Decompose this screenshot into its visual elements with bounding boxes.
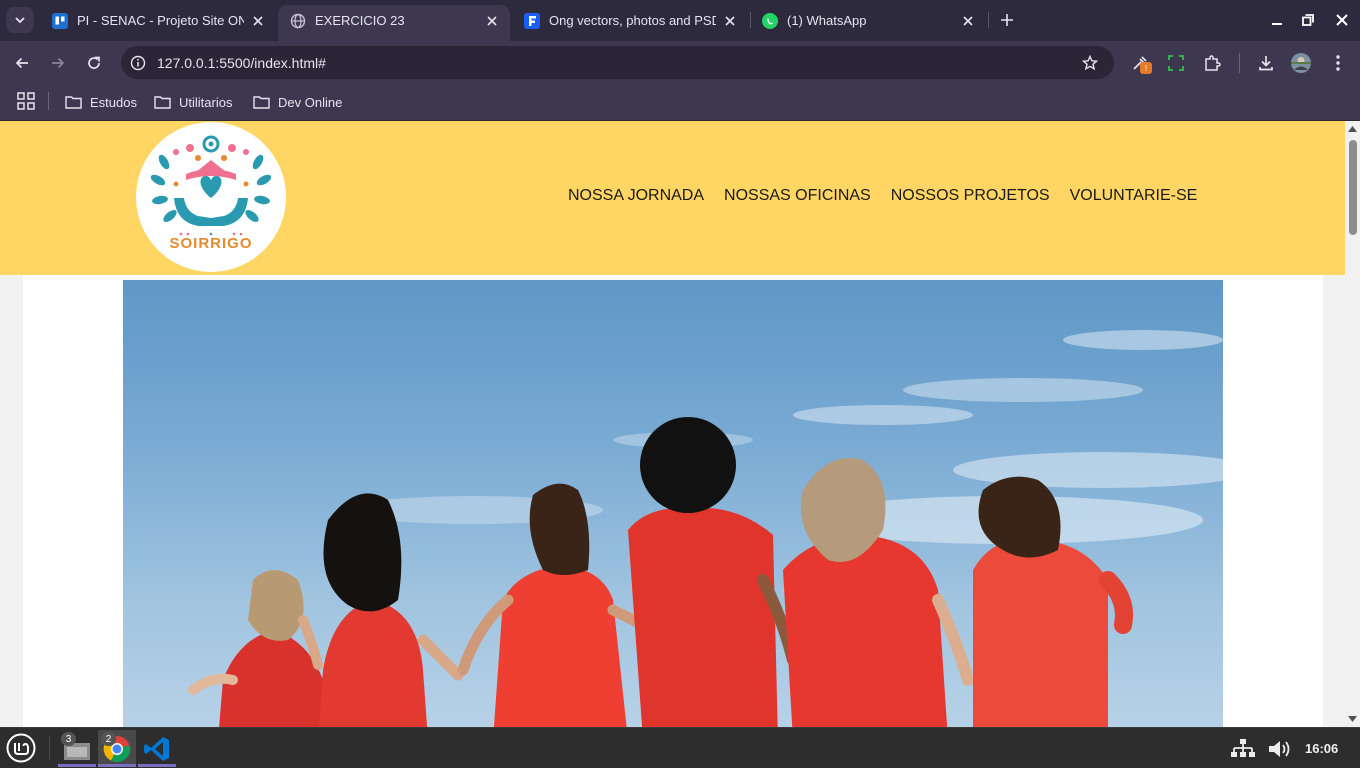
back-button[interactable] bbox=[9, 50, 35, 76]
tab-title: EXERCICIO 23 bbox=[315, 13, 405, 28]
page-viewport: SOIRRIGO NOSSA JORNADA NOSSAS OFICINAS N… bbox=[0, 121, 1345, 727]
close-icon bbox=[1336, 14, 1348, 26]
close-icon[interactable] bbox=[960, 13, 976, 29]
tab-pi-senac[interactable]: PI - SENAC - Projeto Site ONG bbox=[40, 5, 276, 36]
hero-image bbox=[123, 280, 1223, 727]
page-scrollbar[interactable] bbox=[1345, 121, 1360, 727]
minimize-button[interactable] bbox=[1267, 10, 1287, 30]
bookmarks-bar: Estudos Utilitarios Dev Online bbox=[0, 84, 1360, 121]
bookmark-label: Utilitarios bbox=[179, 94, 233, 110]
volume-icon bbox=[1269, 741, 1290, 757]
tab-exercicio-23[interactable]: EXERCICIO 23 bbox=[278, 5, 510, 41]
taskbar-app-files[interactable]: 3 bbox=[58, 730, 96, 767]
new-tab-button[interactable] bbox=[996, 9, 1018, 31]
tab-title: Ong vectors, photos and PSD bbox=[549, 13, 716, 28]
folder-icon bbox=[154, 96, 171, 109]
close-icon[interactable] bbox=[484, 13, 500, 29]
running-indicator bbox=[138, 764, 176, 767]
taskbar-app-vscode[interactable] bbox=[138, 730, 176, 767]
tab-whatsapp[interactable]: (1) WhatsApp bbox=[750, 5, 986, 36]
restore-icon bbox=[1302, 14, 1314, 26]
hero-photo-illustration bbox=[188, 330, 1223, 727]
toolbar-divider bbox=[1239, 53, 1240, 73]
forward-button[interactable] bbox=[45, 50, 71, 76]
scroll-down-arrow-icon[interactable] bbox=[1348, 714, 1357, 723]
site-header: SOIRRIGO NOSSA JORNADA NOSSAS OFICINAS N… bbox=[0, 121, 1345, 275]
bookmark-star-icon[interactable] bbox=[1080, 53, 1100, 73]
vscode-icon bbox=[144, 736, 169, 761]
bookmark-folder-utilitarios[interactable]: Utilitarios bbox=[154, 91, 232, 113]
tab-search-button[interactable] bbox=[6, 7, 34, 33]
bookmark-label: Estudos bbox=[90, 94, 137, 110]
plus-icon bbox=[1001, 14, 1013, 26]
close-icon[interactable] bbox=[722, 13, 738, 29]
main-content bbox=[23, 275, 1323, 727]
download-icon bbox=[1259, 56, 1273, 71]
taskbar-divider bbox=[49, 736, 50, 760]
freepik-icon bbox=[524, 12, 540, 29]
running-indicator bbox=[98, 764, 136, 767]
tab-title: PI - SENAC - Projeto Site ONG bbox=[77, 13, 244, 28]
tab-title: (1) WhatsApp bbox=[787, 13, 867, 28]
apps-grid-icon[interactable] bbox=[17, 92, 35, 110]
screenshot-extension-button[interactable] bbox=[1164, 51, 1188, 75]
running-indicator bbox=[58, 764, 96, 767]
downloads-button[interactable] bbox=[1254, 51, 1278, 75]
logo-wordmark: SOIRRIGO bbox=[169, 235, 253, 252]
browser-menu-button[interactable] bbox=[1326, 51, 1350, 75]
browser-toolbar: 127.0.0.1:5500/index.html# ! bbox=[0, 41, 1360, 84]
kebab-menu-icon bbox=[1336, 55, 1340, 71]
arrow-right-icon bbox=[52, 57, 65, 69]
volume-tray-button[interactable] bbox=[1267, 736, 1293, 762]
close-icon[interactable] bbox=[250, 13, 266, 29]
network-icon bbox=[1231, 739, 1255, 757]
extension-button[interactable]: ! bbox=[1128, 51, 1152, 75]
avatar bbox=[1291, 53, 1311, 73]
close-window-button[interactable] bbox=[1332, 10, 1352, 30]
extensions-button[interactable] bbox=[1200, 51, 1224, 75]
network-tray-button[interactable] bbox=[1230, 736, 1256, 762]
folder-icon bbox=[65, 96, 82, 109]
chevron-down-icon bbox=[15, 17, 25, 24]
os-taskbar: 3 2 16:06 bbox=[0, 727, 1360, 768]
profile-button[interactable] bbox=[1289, 51, 1313, 75]
site-info-icon[interactable] bbox=[130, 55, 146, 71]
bookmark-folder-estudos[interactable]: Estudos bbox=[65, 91, 137, 113]
site-navigation: NOSSA JORNADA NOSSAS OFICINAS NOSSOS PRO… bbox=[568, 187, 1217, 205]
nav-link-nossos-projetos[interactable]: NOSSOS PROJETOS bbox=[891, 187, 1050, 205]
extension-badge: ! bbox=[1140, 62, 1152, 74]
trello-icon bbox=[52, 12, 68, 29]
scroll-up-arrow-icon[interactable] bbox=[1348, 124, 1357, 133]
minimize-icon bbox=[1272, 23, 1282, 25]
reload-button[interactable] bbox=[81, 50, 107, 76]
restore-button[interactable] bbox=[1298, 10, 1318, 30]
linux-mint-icon bbox=[6, 733, 36, 763]
bookmark-folder-dev-online[interactable]: Dev Online bbox=[253, 91, 342, 113]
system-clock[interactable]: 16:06 bbox=[1305, 741, 1338, 756]
tab-strip: PI - SENAC - Projeto Site ONG EXERCICIO … bbox=[0, 0, 1360, 41]
arrow-left-icon bbox=[15, 57, 28, 69]
tab-ong-vectors[interactable]: Ong vectors, photos and PSD bbox=[512, 5, 748, 36]
screen-capture-icon bbox=[1168, 55, 1184, 71]
scrollbar-thumb[interactable] bbox=[1349, 140, 1357, 235]
bookmark-label: Dev Online bbox=[278, 94, 343, 110]
window-count-badge: 2 bbox=[101, 732, 116, 746]
nav-link-nossas-oficinas[interactable]: NOSSAS OFICINAS bbox=[724, 187, 871, 205]
address-bar[interactable]: 127.0.0.1:5500/index.html# bbox=[121, 46, 1114, 79]
taskbar-app-chrome[interactable]: 2 bbox=[98, 730, 136, 767]
whatsapp-icon bbox=[762, 12, 778, 29]
tab-separator bbox=[988, 12, 989, 28]
site-logo[interactable]: SOIRRIGO bbox=[136, 122, 286, 272]
start-menu-button[interactable] bbox=[5, 732, 37, 764]
bookmarks-separator bbox=[48, 92, 49, 110]
nav-link-voluntarie-se[interactable]: VOLUNTARIE-SE bbox=[1070, 187, 1198, 205]
folder-icon bbox=[253, 96, 270, 109]
globe-icon bbox=[290, 13, 306, 29]
nav-link-nossa-jornada[interactable]: NOSSA JORNADA bbox=[568, 187, 704, 205]
url-text[interactable]: 127.0.0.1:5500/index.html# bbox=[157, 55, 1080, 71]
puzzle-icon bbox=[1205, 55, 1221, 71]
reload-icon bbox=[88, 56, 100, 69]
window-count-badge: 3 bbox=[61, 732, 76, 746]
